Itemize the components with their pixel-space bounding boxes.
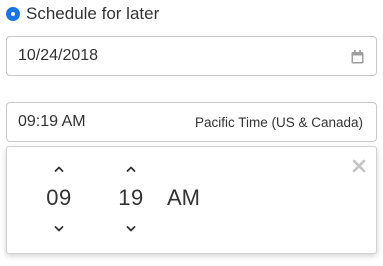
am-pm-toggle[interactable]: AM <box>167 185 200 211</box>
minute-decrement-chevron-down-icon[interactable] <box>125 225 137 233</box>
hour-column: 09 <box>37 147 81 253</box>
schedule-later-option[interactable]: Schedule for later <box>6 3 159 25</box>
minute-column: 19 <box>109 147 153 253</box>
date-value: 10/24/2018 <box>18 47 99 64</box>
schedule-later-radio[interactable] <box>6 7 20 21</box>
schedule-later-label: Schedule for later <box>26 4 160 23</box>
hour-value[interactable]: 09 <box>37 185 81 211</box>
date-field[interactable]: 10/24/2018 <box>6 36 377 76</box>
hour-increment-chevron-up-icon[interactable] <box>53 165 65 173</box>
minute-value[interactable]: 19 <box>109 185 153 211</box>
timezone-label[interactable]: Pacific Time (US & Canada) <box>195 115 363 130</box>
minute-increment-chevron-up-icon[interactable] <box>125 165 137 173</box>
close-icon[interactable] <box>352 159 366 173</box>
time-picker-popup: 09 19 AM <box>6 146 377 254</box>
calendar-icon[interactable] <box>351 50 364 64</box>
time-field[interactable]: 09:19 AM Pacific Time (US & Canada) <box>6 102 377 142</box>
time-value: 09:19 AM <box>18 113 86 130</box>
hour-decrement-chevron-down-icon[interactable] <box>53 225 65 233</box>
